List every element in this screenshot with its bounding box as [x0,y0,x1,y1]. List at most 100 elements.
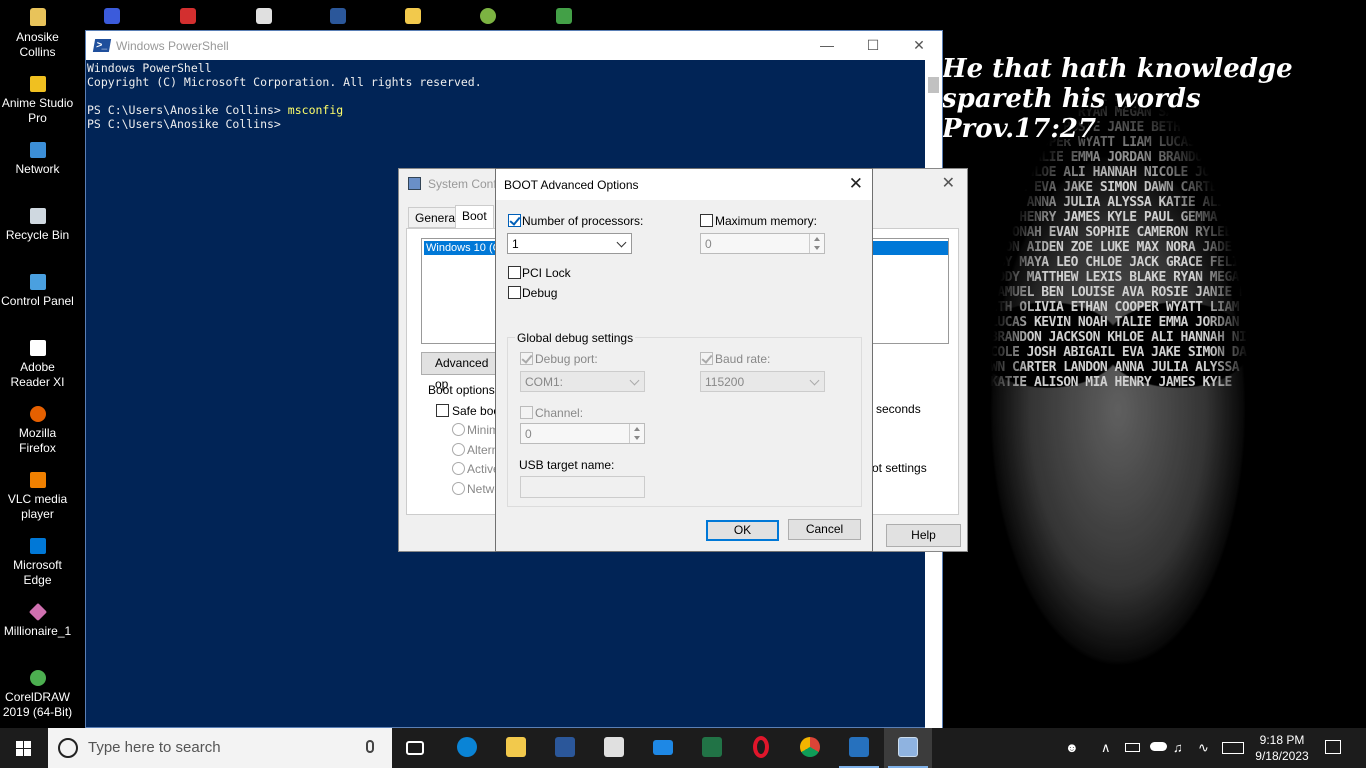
cancel-button[interactable]: Cancel [788,519,861,540]
taskbar: Type here to search ☻ ∧ ♫ ∿ 9:18 PM 9/18… [0,728,1366,768]
channel-checkbox[interactable] [520,406,533,419]
desktop-icon-edge[interactable]: Microsoft Edge [0,538,75,588]
maximum-memory-stepper[interactable]: 0 [700,233,825,254]
people-icon[interactable]: ☻ [1065,740,1079,755]
baud-rate-select[interactable]: 115200 [700,371,825,392]
onedrive-cloud-icon[interactable] [1150,742,1167,751]
taskbar-mail[interactable] [639,728,687,768]
desktop-icon-label: VLC media player [7,492,68,521]
system-config-icon [898,737,918,757]
system-clock[interactable]: 9:18 PM 9/18/2023 [1252,732,1312,764]
debug-port-label: Debug port: [535,352,598,366]
advanced-options-button[interactable]: Advanced op [421,352,501,391]
battery-icon[interactable] [1125,743,1140,752]
channel-stepper[interactable]: 0 [520,423,645,444]
scrollbar-thumb[interactable] [928,77,939,93]
keyboard-icon[interactable] [1222,742,1244,754]
taskbar-task-view[interactable] [392,728,440,768]
radio-alternate-label: Altern [467,443,499,457]
close-button[interactable]: ✕ [849,174,863,194]
boot-advanced-options-dialog[interactable]: BOOT Advanced Options ✕ Number of proces… [495,168,873,552]
close-button[interactable]: ✕ [896,31,942,60]
taskbar-store[interactable] [590,728,638,768]
taskbar-edge[interactable] [443,728,491,768]
desktop-icon-vlc[interactable]: VLC media player [0,472,75,522]
desktop-icon-anime-studio[interactable]: Anime Studio Pro [0,76,75,126]
desktop-icon-label: Recycle Bin [5,228,70,242]
show-hidden-icons-chevron-icon[interactable]: ∧ [1101,740,1111,756]
pci-lock-checkbox[interactable] [508,266,521,279]
desktop-icon-coreldraw[interactable]: CorelDRAW 2019 (64-Bit) [0,670,75,720]
control-panel-icon [29,274,46,290]
task-view-icon [406,741,424,755]
radio-minimal[interactable] [452,423,465,436]
close-button[interactable]: ✕ [942,173,955,193]
debug-port-select[interactable]: COM1: [520,371,645,392]
taskbar-word[interactable] [541,728,589,768]
maximize-button[interactable]: ☐ [850,31,896,60]
ok-button[interactable]: OK [706,520,779,541]
dialog-titlebar[interactable]: BOOT Advanced Options ✕ [496,169,872,200]
taskbar-chrome[interactable] [786,728,834,768]
desktop-icon-user-folder[interactable]: Anosike Collins [0,10,75,60]
desktop-icon-label: Anosike Collins [16,30,59,59]
spin-arrows-icon[interactable] [629,424,644,443]
action-center-icon[interactable] [1325,740,1341,754]
chrome-icon [800,737,820,757]
radio-alternate[interactable] [452,443,465,456]
memory-value: 0 [705,237,712,251]
baud-rate-checkbox[interactable] [700,352,713,365]
top-app-icon-3[interactable] [480,8,496,24]
help-button[interactable]: Help [886,524,961,547]
search-input[interactable]: Type here to search [48,728,392,768]
radio-network[interactable] [452,482,465,495]
usb-target-name-field[interactable] [520,476,645,498]
desktop-icon-network[interactable]: Network [0,142,75,177]
desktop-icon-firefox[interactable]: Mozilla Firefox [0,406,75,456]
wifi-icon[interactable]: ∿ [1198,740,1209,756]
chevron-down-icon [616,237,627,248]
windows-logo-icon [16,741,23,748]
start-button[interactable] [0,728,48,768]
taskbar-system-config[interactable] [884,728,932,768]
desktop-icon-label: Network [15,162,60,176]
maximum-memory-checkbox[interactable] [700,214,713,227]
radio-active[interactable] [452,462,465,475]
taskbar-excel[interactable] [688,728,736,768]
taskbar-file-explorer[interactable] [492,728,540,768]
top-document-icon[interactable] [256,8,272,24]
number-of-processors-select[interactable]: 1 [507,233,632,254]
desktop-icon-adobe-reader[interactable]: Adobe Reader XI [0,340,75,390]
debug-checkbox[interactable] [508,286,521,299]
volume-icon[interactable]: ♫ [1173,740,1183,755]
top-app-icon-1[interactable] [104,8,120,24]
recycle-bin-icon [29,208,46,224]
top-file-icon[interactable] [405,8,421,24]
number-of-processors-checkbox[interactable] [508,214,521,227]
debug-port-checkbox[interactable] [520,352,533,365]
dialog-title: BOOT Advanced Options [504,178,639,192]
edge-icon [29,538,46,554]
word-icon [555,737,575,757]
number-of-processors-label: Number of processors: [522,214,644,228]
spin-arrows-icon[interactable] [809,234,824,253]
safe-boot-checkbox[interactable] [436,404,449,417]
network-icon [29,142,46,158]
top-word-doc-icon[interactable] [330,8,346,24]
desktop-icon-control-panel[interactable]: Control Panel [0,274,75,309]
top-app-icon-4[interactable] [556,8,572,24]
mask-word-art: CHLOE JACK GRACE FELIX ADDY MATTHEW LEXI… [990,90,1247,390]
microphone-icon[interactable] [366,740,374,753]
desktop-icon-recycle-bin[interactable]: Recycle Bin [0,208,75,243]
adobe-reader-icon [29,340,46,356]
powershell-titlebar[interactable]: >_ Windows PowerShell — ☐ ✕ [86,31,942,60]
desktop-icon-millionaire[interactable]: Millionaire_1 [0,602,75,639]
taskbar-opera[interactable] [737,728,785,768]
powershell-console[interactable]: Windows PowerShell Copyright (C) Microsof… [86,60,942,131]
quote-line-2: spareth his words [942,84,1201,114]
tab-boot[interactable]: Boot [455,205,494,229]
coreldraw-icon [29,670,46,686]
taskbar-powershell[interactable] [835,728,883,768]
minimize-button[interactable]: — [804,31,850,60]
top-app-icon-2[interactable] [180,8,196,24]
